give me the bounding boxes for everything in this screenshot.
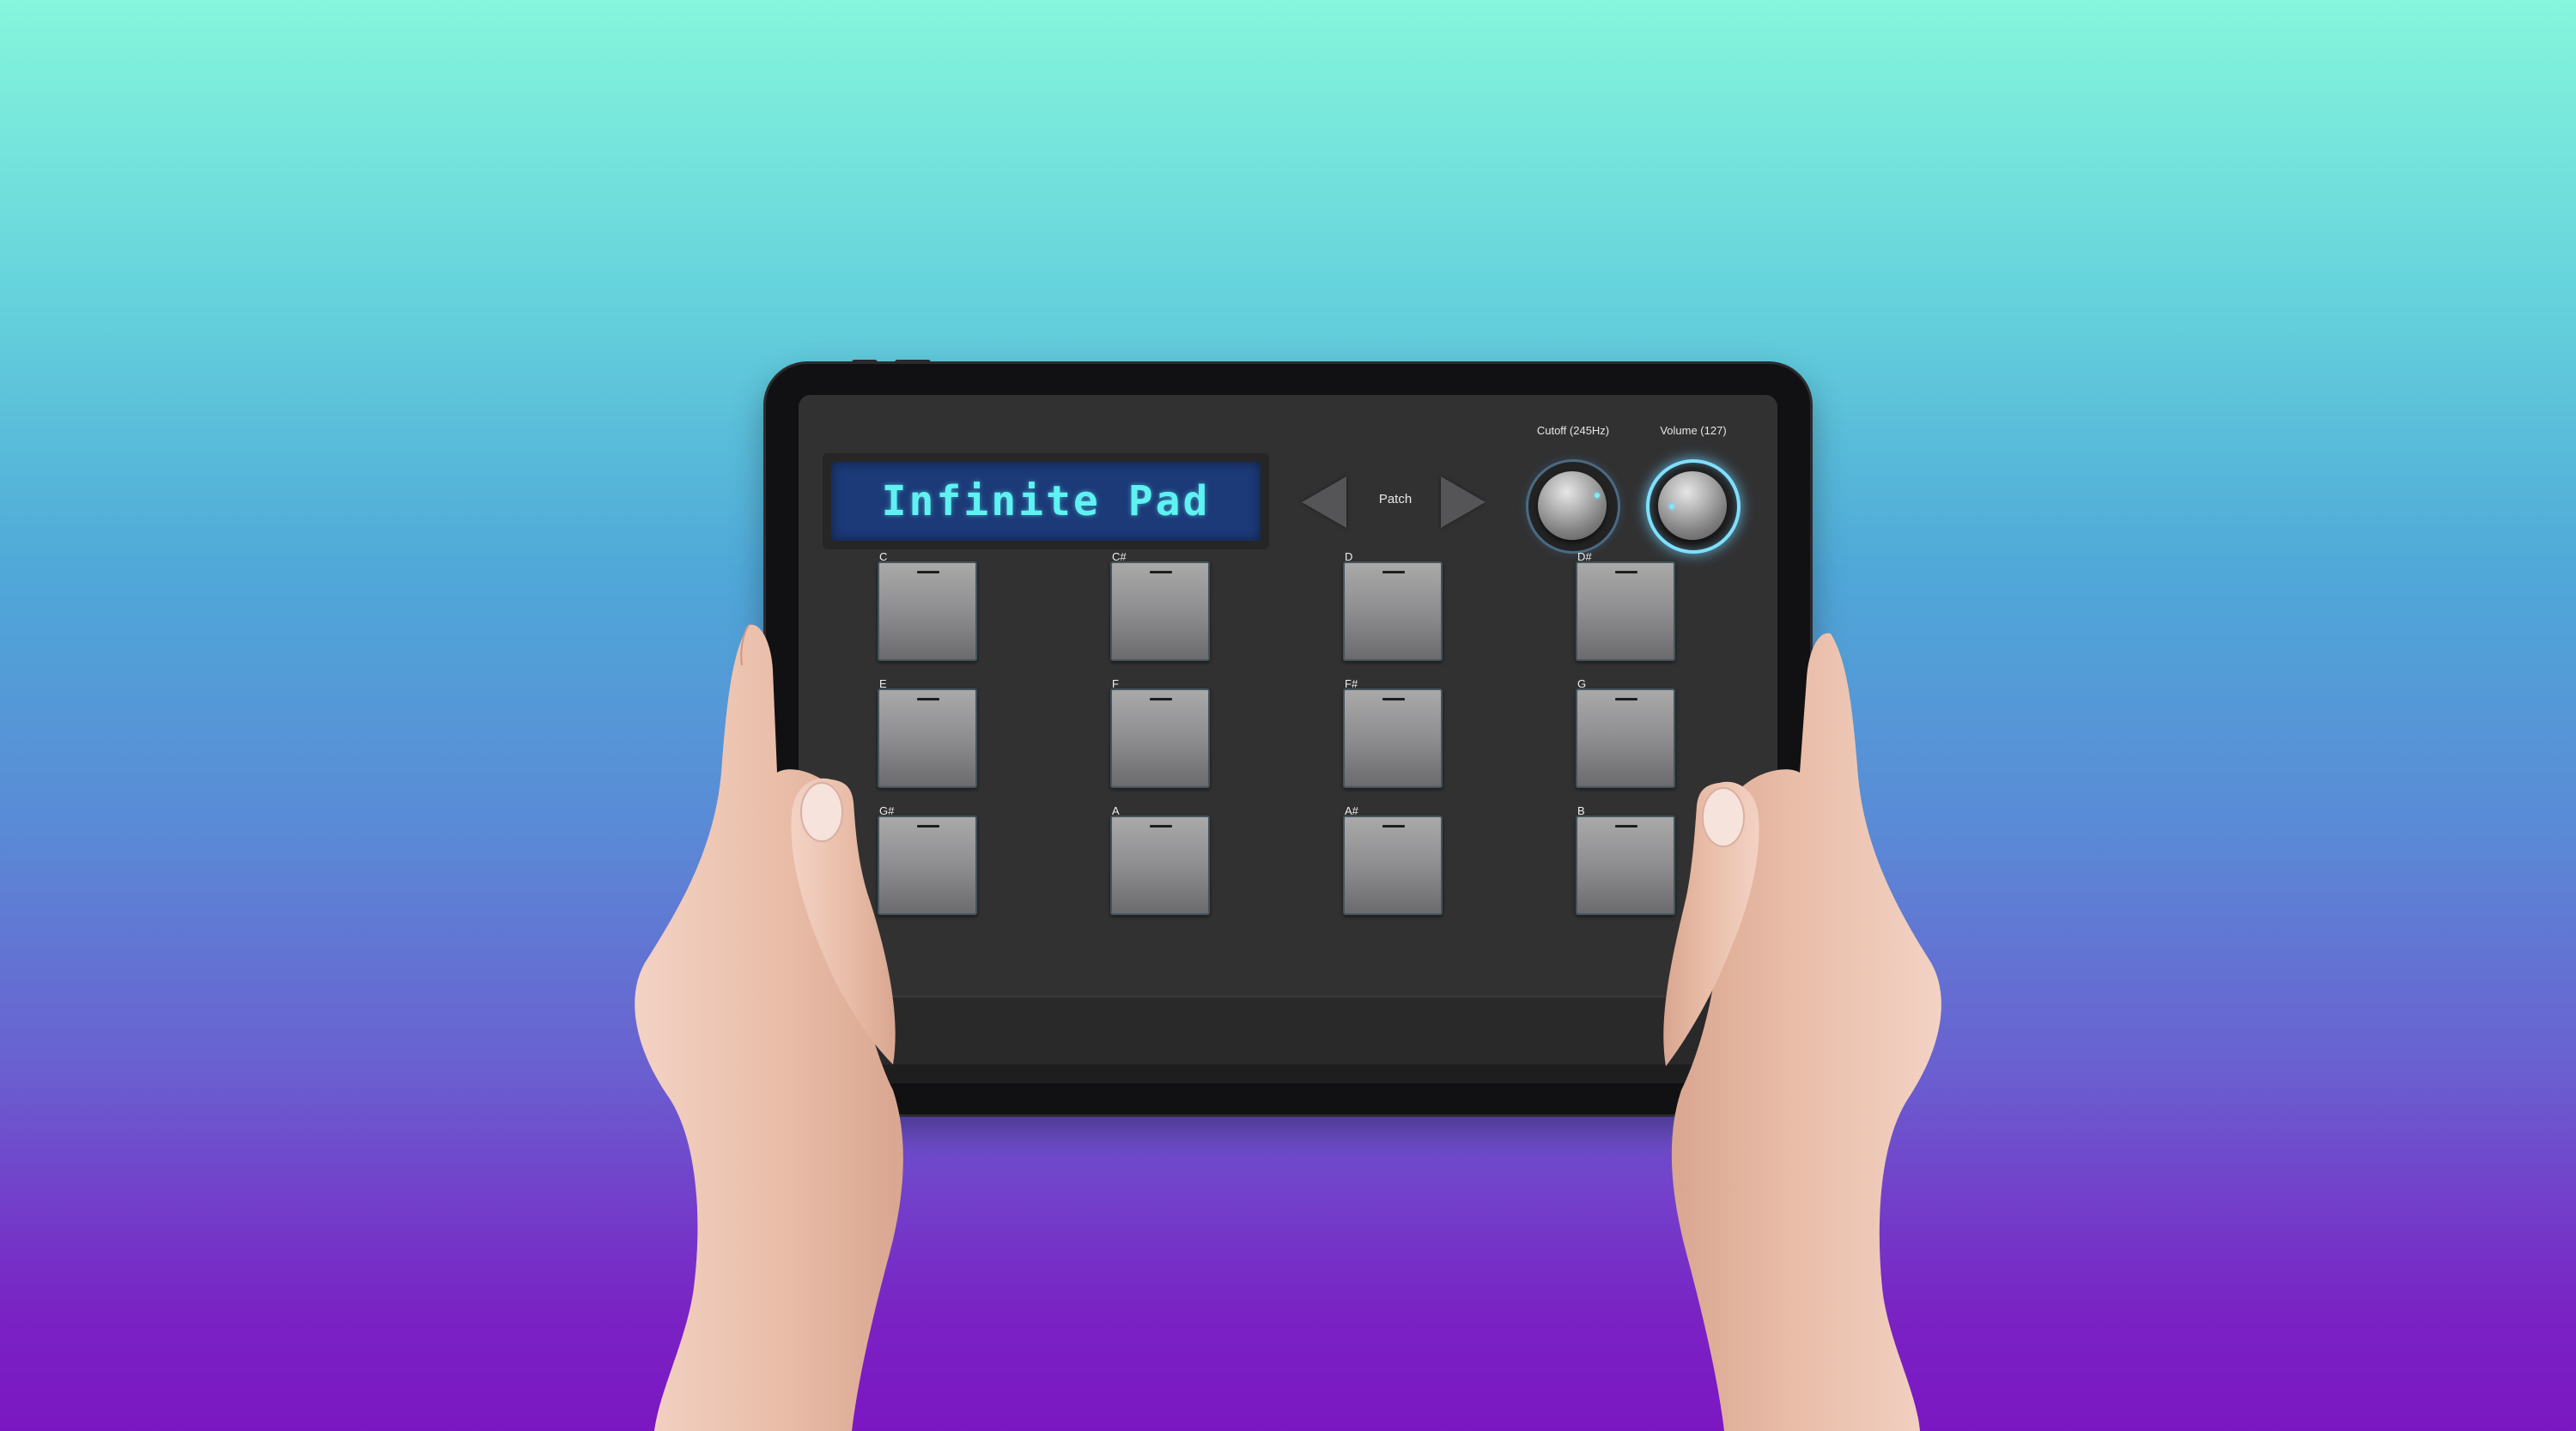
right-hand bbox=[1663, 633, 1941, 1431]
hands-illustration bbox=[635, 624, 1941, 1431]
left-hand bbox=[635, 624, 903, 1431]
left-palm bbox=[635, 624, 903, 1431]
right-thumbnail bbox=[1702, 787, 1745, 847]
right-palm bbox=[1671, 633, 1941, 1431]
left-thumbnail bbox=[800, 782, 843, 842]
